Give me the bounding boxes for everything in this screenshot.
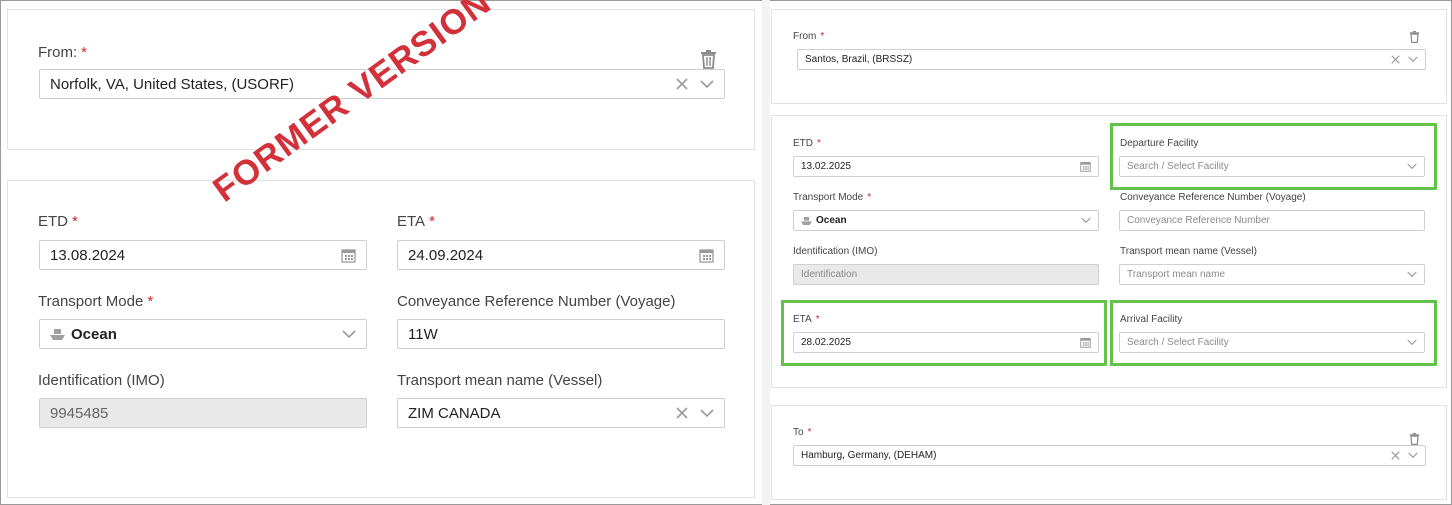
- voyage-label: Conveyance Reference Number (Voyage): [1120, 192, 1306, 203]
- etd-value: 13.02.2025: [801, 161, 852, 172]
- etd-label: ETD *: [793, 138, 821, 149]
- imo-input: 9945485: [39, 398, 367, 428]
- voyage-input[interactable]: Conveyance Reference Number: [1119, 210, 1425, 231]
- highlight-eta: [781, 300, 1107, 366]
- vessel-label: Transport mean name (Vessel): [1120, 246, 1257, 257]
- vessel-select[interactable]: Transport mean name: [1119, 264, 1425, 285]
- etd-label: ETD *: [38, 213, 78, 230]
- transport-card: ETD * 13.08.2024 ETA * 24.09.2024 Transpor…: [7, 180, 755, 498]
- imo-label: Identification (IMO): [38, 372, 165, 389]
- from-label: From: *: [38, 44, 88, 61]
- to-card: To * Hamburg, Germany, (DEHAM): [771, 405, 1447, 500]
- from-card: From * Santos, Brazil, (BRSSZ): [771, 9, 1447, 104]
- highlight-arrival-facility: [1110, 300, 1437, 366]
- imo-value: 9945485: [50, 404, 109, 422]
- etd-date-input[interactable]: 13.02.2025: [793, 156, 1099, 177]
- to-select[interactable]: Hamburg, Germany, (DEHAM): [793, 445, 1426, 466]
- chevron-down-icon[interactable]: [1407, 271, 1417, 278]
- vessel-label: Transport mean name (Vessel): [397, 372, 603, 389]
- vessel-select[interactable]: ZIM CANADA: [397, 398, 725, 428]
- vessel-placeholder: Transport mean name: [1127, 269, 1226, 280]
- voyage-input[interactable]: 11W: [397, 319, 725, 349]
- calendar-icon[interactable]: [341, 248, 356, 263]
- trash-icon[interactable]: [1409, 30, 1420, 48]
- panel-divider: [762, 0, 770, 505]
- chevron-down-icon[interactable]: [1408, 56, 1418, 63]
- transport-mode-select[interactable]: Ocean: [39, 319, 367, 349]
- to-label: To *: [793, 427, 812, 438]
- ship-icon: [801, 216, 812, 226]
- eta-value: 24.09.2024: [408, 246, 484, 264]
- transport-mode-label: Transport Mode *: [38, 293, 154, 310]
- imo-label: Identification (IMO): [793, 246, 878, 257]
- calendar-icon[interactable]: [1080, 161, 1091, 172]
- clear-icon[interactable]: [1391, 55, 1400, 64]
- eta-label: ETA *: [397, 213, 435, 230]
- transport-mode-label: Transport Mode *: [793, 192, 872, 203]
- from-select[interactable]: Santos, Brazil, (BRSSZ): [797, 49, 1426, 70]
- transport-mode-value: Ocean: [71, 325, 117, 343]
- etd-value: 13.08.2024: [50, 246, 126, 264]
- chevron-down-icon[interactable]: [342, 329, 356, 339]
- from-label: From *: [793, 31, 825, 42]
- eta-date-input[interactable]: 24.09.2024: [397, 240, 725, 270]
- voyage-label: Conveyance Reference Number (Voyage): [397, 293, 676, 310]
- vessel-value: ZIM CANADA: [408, 404, 501, 422]
- imo-input: Identification: [793, 264, 1099, 285]
- ship-icon: [50, 328, 65, 341]
- transport-mode-select[interactable]: Ocean: [793, 210, 1099, 231]
- etd-date-input[interactable]: 13.08.2024: [39, 240, 367, 270]
- calendar-icon[interactable]: [699, 248, 714, 263]
- clear-icon[interactable]: [676, 407, 688, 419]
- highlight-departure-facility: [1110, 123, 1437, 190]
- clear-icon[interactable]: [1391, 451, 1400, 460]
- chevron-down-icon[interactable]: [1408, 452, 1418, 459]
- chevron-down-icon[interactable]: [1081, 217, 1091, 224]
- chevron-down-icon[interactable]: [700, 408, 714, 418]
- clear-icon[interactable]: [676, 78, 688, 90]
- imo-placeholder: Identification: [801, 269, 858, 280]
- transport-mode-value: Ocean: [816, 215, 847, 226]
- chevron-down-icon[interactable]: [700, 79, 714, 89]
- voyage-value: 11W: [408, 325, 438, 343]
- to-value: Hamburg, Germany, (DEHAM): [801, 450, 937, 461]
- voyage-placeholder: Conveyance Reference Number: [1127, 215, 1270, 226]
- from-value: Santos, Brazil, (BRSSZ): [805, 54, 913, 65]
